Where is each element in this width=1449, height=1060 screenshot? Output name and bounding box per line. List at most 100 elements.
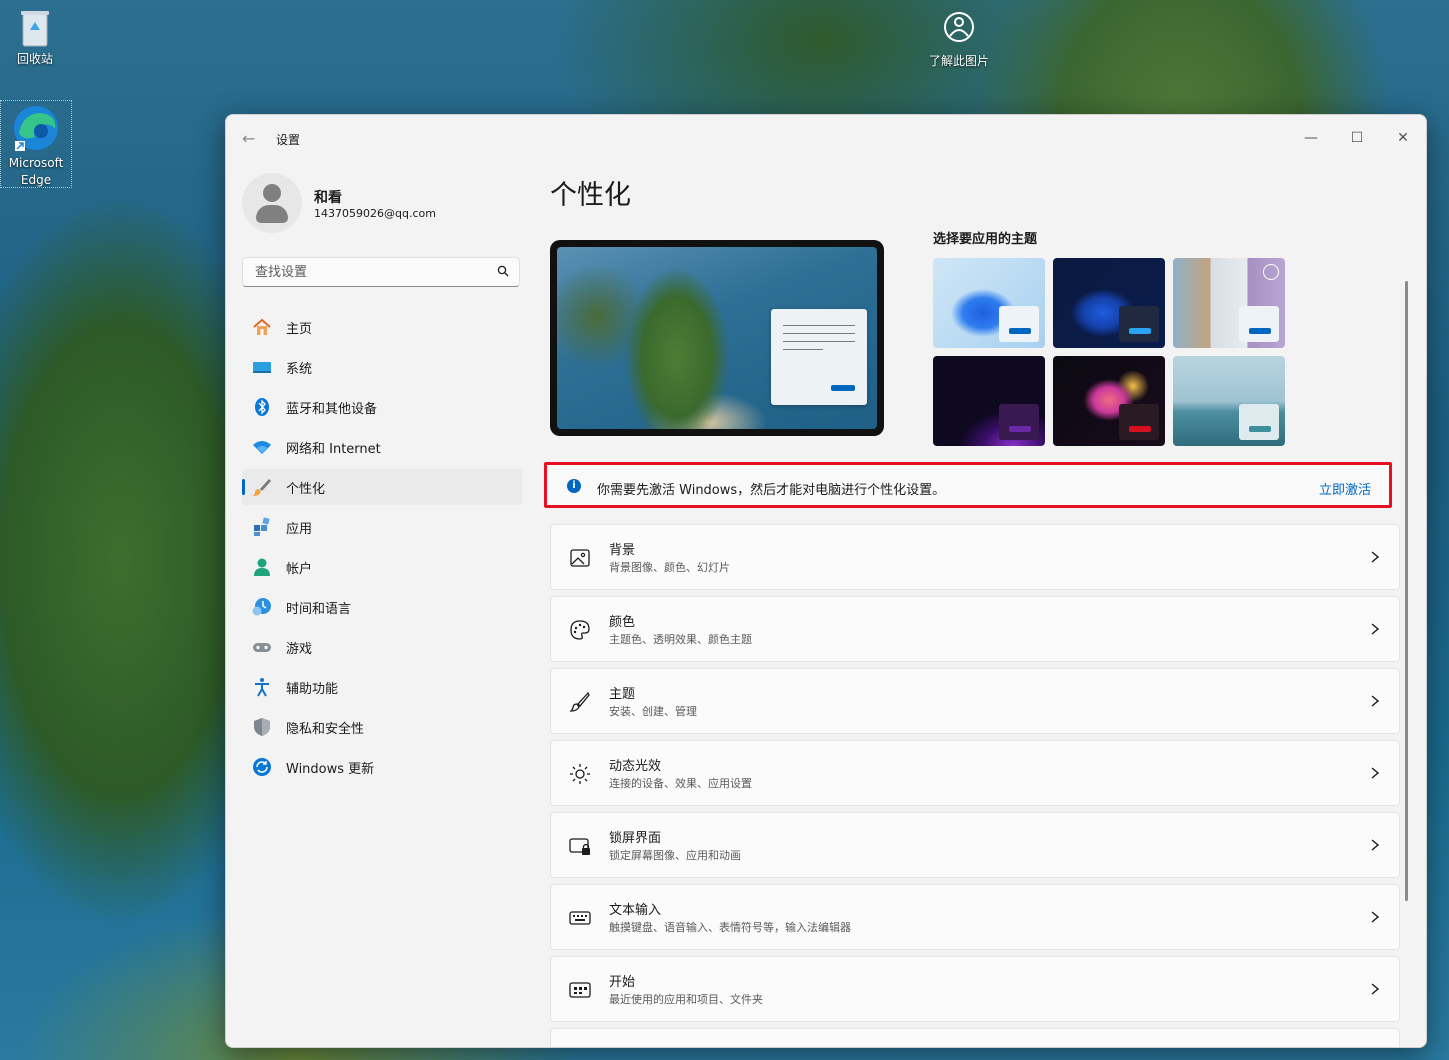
accessibility-icon bbox=[252, 677, 272, 697]
keyboard-icon bbox=[569, 911, 591, 925]
edge-icon bbox=[11, 103, 61, 153]
gaming-icon bbox=[252, 637, 272, 657]
chevron-right-icon bbox=[1371, 983, 1380, 995]
setting-row-subtitle: 触摸键盘、语音输入、表情符号等，输入法编辑器 bbox=[609, 921, 851, 934]
setting-row-subtitle: 背景图像、颜色、幻灯片 bbox=[609, 561, 730, 574]
desktop-icon-learn-about-picture[interactable]: 了解此图片 bbox=[924, 10, 994, 69]
palette-icon bbox=[570, 620, 590, 640]
sidebar-item-system[interactable]: 系统 bbox=[242, 349, 522, 385]
settings-window: ← 设置 — ☐ ✕ 和看 1437059026@qq.com 主页 系统 bbox=[225, 114, 1427, 1048]
setting-row-partial[interactable] bbox=[550, 1028, 1400, 1047]
sidebar-nav: 主页 系统 蓝牙和其他设备 网络和 Internet 个性化 应用 帐户 时间和… bbox=[242, 309, 522, 789]
activation-notice-text: 你需要先激活 Windows，然后才能对电脑进行个性化设置。 bbox=[597, 483, 946, 498]
background-image-icon bbox=[570, 549, 590, 567]
setting-row-title: 动态光效 bbox=[609, 759, 662, 774]
learn-about-picture-icon bbox=[942, 10, 976, 44]
minimize-button[interactable]: — bbox=[1288, 123, 1334, 153]
privacy-icon bbox=[252, 717, 272, 737]
setting-row-dynamic-lighting[interactable]: 动态光效 连接的设备、效果、应用设置 bbox=[550, 740, 1400, 806]
sidebar-item-label: 隐私和安全性 bbox=[286, 721, 365, 737]
setting-row-start[interactable]: 开始 最近使用的应用和项目、文件夹 bbox=[550, 956, 1400, 1022]
setting-row-title: 文本输入 bbox=[609, 903, 662, 918]
sidebar-item-label: 应用 bbox=[286, 521, 313, 537]
sidebar-item-label: 游戏 bbox=[286, 641, 313, 657]
desktop-icon-label: 回收站 bbox=[16, 52, 53, 66]
sidebar-item-label: Windows 更新 bbox=[286, 761, 375, 777]
sidebar-item-windows-update[interactable]: Windows 更新 bbox=[242, 749, 522, 785]
setting-row-background[interactable]: 背景 背景图像、颜色、幻灯片 bbox=[550, 524, 1400, 590]
theme-tile-dark-bloom[interactable] bbox=[1053, 258, 1165, 348]
setting-row-colors[interactable]: 颜色 主题色、透明效果、颜色主题 bbox=[550, 596, 1400, 662]
title-bar: ← 设置 — ☐ ✕ bbox=[226, 115, 1426, 161]
sidebar-item-label: 系统 bbox=[286, 361, 313, 377]
chevron-right-icon bbox=[1371, 623, 1380, 635]
sidebar-item-label: 时间和语言 bbox=[286, 601, 352, 617]
sidebar-item-personalization[interactable]: 个性化 bbox=[242, 469, 522, 505]
close-button[interactable]: ✕ bbox=[1380, 123, 1426, 153]
setting-row-subtitle: 连接的设备、效果、应用设置 bbox=[609, 777, 752, 790]
setting-row-title: 主题 bbox=[609, 687, 636, 702]
activation-notice: i 你需要先激活 Windows，然后才能对电脑进行个性化设置。 立即激活 bbox=[544, 462, 1392, 508]
chevron-right-icon bbox=[1371, 911, 1380, 923]
preview-wallpaper bbox=[557, 247, 877, 429]
avatar[interactable] bbox=[242, 173, 302, 233]
sidebar-item-label: 蓝牙和其他设备 bbox=[286, 401, 378, 417]
user-name: 和看 bbox=[314, 190, 342, 206]
search-input[interactable] bbox=[253, 264, 487, 281]
page-title: 个性化 bbox=[550, 180, 631, 211]
apps-icon bbox=[252, 517, 272, 537]
learn-about-picture-icon bbox=[1263, 264, 1279, 280]
themes-label: 选择要应用的主题 bbox=[933, 232, 1038, 247]
scrollbar[interactable] bbox=[1405, 281, 1408, 901]
sidebar-item-privacy[interactable]: 隐私和安全性 bbox=[242, 709, 522, 745]
theme-tile-spotlight[interactable] bbox=[1173, 258, 1285, 348]
network-icon bbox=[252, 437, 272, 457]
bluetooth-icon bbox=[252, 397, 272, 417]
sidebar-item-bluetooth[interactable]: 蓝牙和其他设备 bbox=[242, 389, 522, 425]
user-email: 1437059026@qq.com bbox=[314, 207, 436, 220]
desktop-icon-label: 了解此图片 bbox=[928, 54, 989, 68]
back-arrow-icon[interactable]: ← bbox=[242, 129, 255, 148]
settings-list: 背景 背景图像、颜色、幻灯片 颜色 主题色、透明效果、颜色主题 主题 安装、创建… bbox=[550, 524, 1400, 1047]
system-icon bbox=[252, 357, 272, 377]
sidebar-item-network[interactable]: 网络和 Internet bbox=[242, 429, 522, 465]
setting-row-title: 锁屏界面 bbox=[609, 831, 662, 846]
sidebar-item-label: 主页 bbox=[286, 321, 313, 337]
search-icon[interactable] bbox=[497, 265, 509, 277]
recycle-bin-icon bbox=[17, 8, 53, 48]
setting-row-title: 颜色 bbox=[609, 615, 636, 630]
setting-row-subtitle: 最近使用的应用和项目、文件夹 bbox=[609, 993, 763, 1006]
chevron-right-icon bbox=[1371, 767, 1380, 779]
sidebar-item-accessibility[interactable]: 辅助功能 bbox=[242, 669, 522, 705]
sidebar-item-home[interactable]: 主页 bbox=[242, 309, 522, 345]
theme-tile-captured-motion[interactable] bbox=[1053, 356, 1165, 446]
activate-now-link[interactable]: 立即激活 bbox=[1319, 479, 1371, 498]
search-box[interactable] bbox=[242, 257, 520, 287]
maximize-button[interactable]: ☐ bbox=[1334, 123, 1380, 153]
sidebar-item-apps[interactable]: 应用 bbox=[242, 509, 522, 545]
sidebar-item-account[interactable]: 帐户 bbox=[242, 549, 522, 585]
desktop-icon-label: Microsoft Edge bbox=[8, 156, 64, 187]
info-icon: i bbox=[567, 479, 581, 493]
theme-tile-glow[interactable] bbox=[933, 356, 1045, 446]
sidebar-item-gaming[interactable]: 游戏 bbox=[242, 629, 522, 665]
setting-row-text-input[interactable]: 文本输入 触摸键盘、语音输入、表情符号等，输入法编辑器 bbox=[550, 884, 1400, 950]
home-icon bbox=[252, 317, 272, 337]
setting-row-lock-screen[interactable]: 锁屏界面 锁定屏幕图像、应用和动画 bbox=[550, 812, 1400, 878]
chevron-right-icon bbox=[1371, 695, 1380, 707]
sidebar-item-label: 辅助功能 bbox=[286, 681, 339, 697]
chevron-right-icon bbox=[1371, 551, 1380, 563]
setting-row-themes[interactable]: 主题 安装、创建、管理 bbox=[550, 668, 1400, 734]
setting-row-title: 开始 bbox=[609, 975, 636, 990]
time-language-icon bbox=[252, 597, 272, 617]
desktop-icon-edge[interactable]: Microsoft Edge bbox=[0, 100, 72, 188]
account-icon bbox=[252, 557, 272, 577]
desktop-icon-recycle-bin[interactable]: 回收站 bbox=[0, 8, 70, 67]
lock-screen-icon bbox=[569, 838, 590, 855]
theme-preview bbox=[550, 240, 884, 436]
theme-tile-flow[interactable] bbox=[1173, 356, 1285, 446]
theme-tile-light-bloom[interactable] bbox=[933, 258, 1045, 348]
chevron-right-icon bbox=[1371, 839, 1380, 851]
preview-window-card bbox=[771, 309, 867, 405]
sidebar-item-time-language[interactable]: 时间和语言 bbox=[242, 589, 522, 625]
